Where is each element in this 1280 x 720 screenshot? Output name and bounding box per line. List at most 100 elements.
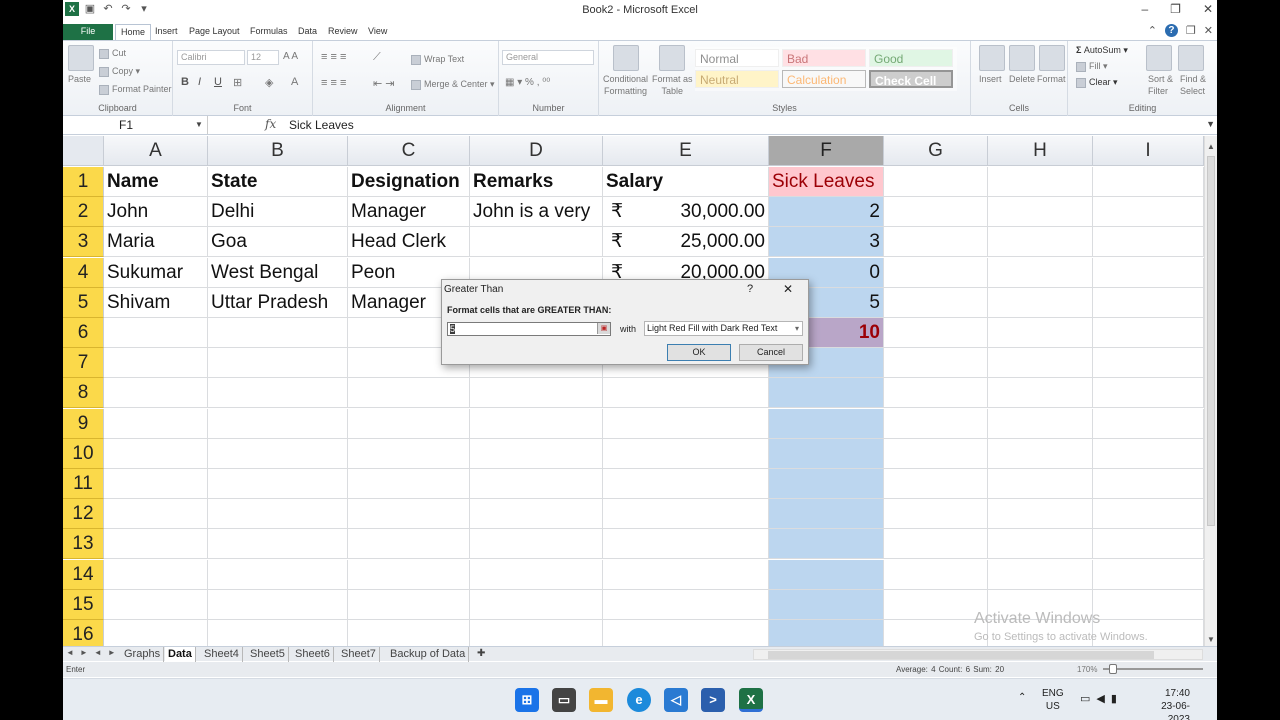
grid-cell[interactable] xyxy=(884,559,988,590)
grid-cell[interactable] xyxy=(348,378,470,409)
grid-cell[interactable] xyxy=(884,620,988,646)
column-header-a[interactable]: A xyxy=(104,136,208,166)
close-icon[interactable]: ✕ xyxy=(1203,2,1213,16)
grid-cell[interactable] xyxy=(884,438,988,469)
tab-insert[interactable]: Insert xyxy=(150,24,183,41)
row-header-11[interactable]: 11 xyxy=(63,469,104,499)
grid-cell[interactable] xyxy=(104,348,208,379)
grid-cell[interactable] xyxy=(603,378,769,409)
column-header-g[interactable]: G xyxy=(884,136,988,166)
cut-button[interactable]: Cut xyxy=(99,48,126,59)
row-header-14[interactable]: 14 xyxy=(63,559,104,590)
grid-cell[interactable] xyxy=(348,469,470,499)
grid-cell[interactable] xyxy=(988,529,1093,560)
excel-taskbar-icon[interactable]: X xyxy=(739,688,763,712)
conditional-formatting-button[interactable]: Conditional Formatting xyxy=(603,73,648,97)
insert-cells-icon[interactable] xyxy=(979,45,1005,71)
row-header-8[interactable]: 8 xyxy=(63,378,104,409)
help-icon[interactable]: ? xyxy=(1164,24,1178,37)
wrap-text-button[interactable]: Wrap Text xyxy=(411,54,464,65)
row-header-4[interactable]: 4 xyxy=(63,257,104,288)
row-header-10[interactable]: 10 xyxy=(63,438,104,469)
orientation-icon[interactable]: ⟋ xyxy=(373,51,381,64)
grid-cell[interactable] xyxy=(470,438,603,469)
column-header-e[interactable]: E xyxy=(603,136,769,166)
grid-cell[interactable] xyxy=(104,378,208,409)
grid-cell[interactable] xyxy=(348,620,470,646)
grid-cell[interactable] xyxy=(603,438,769,469)
grid-cell[interactable] xyxy=(884,257,988,288)
formula-input[interactable]: Sick Leaves xyxy=(289,118,354,132)
grow-font-icon[interactable]: A A xyxy=(283,51,298,62)
name-box-dropdown-icon[interactable]: ▼ xyxy=(195,120,203,129)
zoom-level[interactable]: 170% xyxy=(1077,665,1097,674)
insert-sheet-icon[interactable]: ✚ xyxy=(477,648,485,659)
grid-cell[interactable] xyxy=(769,499,884,530)
zoom-slider-knob[interactable] xyxy=(1109,664,1117,674)
grid-cell[interactable] xyxy=(470,469,603,499)
grid-cell[interactable] xyxy=(988,348,1093,379)
grid-cell[interactable] xyxy=(603,559,769,590)
column-header-c[interactable]: C xyxy=(348,136,470,166)
collapse-dialog-icon[interactable]: ▣ xyxy=(597,323,610,334)
select-all-corner[interactable] xyxy=(63,136,104,166)
cell-salary[interactable]: 25,000.00 ₹ xyxy=(603,227,769,258)
header-cell[interactable]: State xyxy=(208,167,348,197)
insert-function-icon[interactable]: fx xyxy=(265,117,276,131)
grid-cell[interactable] xyxy=(1093,318,1204,348)
merge-center-button[interactable]: Merge & Center ▾ xyxy=(411,79,495,90)
grid-cell[interactable] xyxy=(1093,529,1204,560)
file-explorer-icon[interactable]: ▬ xyxy=(589,688,613,712)
grid-cell[interactable] xyxy=(884,469,988,499)
grid-cell[interactable] xyxy=(988,559,1093,590)
grid-cell[interactable] xyxy=(769,469,884,499)
grid-cell[interactable] xyxy=(884,499,988,530)
sort-filter-icon[interactable] xyxy=(1146,45,1172,71)
grid-cell[interactable] xyxy=(988,197,1093,228)
language-indicator[interactable]: ENG US xyxy=(1042,687,1064,713)
network-volume-battery-icons[interactable]: ▭◀▮ xyxy=(1080,692,1123,705)
sheet-tab-sheet6[interactable]: Sheet6 xyxy=(292,647,334,662)
grid-cell[interactable] xyxy=(988,378,1093,409)
task-view-icon[interactable]: ▭ xyxy=(552,688,576,712)
grid-cell[interactable] xyxy=(884,589,988,620)
autosum-button[interactable]: Σ AutoSum ▾ xyxy=(1076,45,1128,56)
cell-remarks[interactable]: John is a very xyxy=(470,197,603,228)
edge-browser-icon[interactable]: e xyxy=(627,688,651,712)
column-header-b[interactable]: B xyxy=(208,136,348,166)
grid-cell[interactable] xyxy=(603,408,769,439)
grid-cell[interactable] xyxy=(208,529,348,560)
grid-cell[interactable] xyxy=(470,378,603,409)
grid-cell[interactable] xyxy=(208,559,348,590)
tab-data[interactable]: Data xyxy=(293,24,322,41)
format-painter-button[interactable]: Format Painter xyxy=(99,84,172,95)
grid-cell[interactable] xyxy=(104,318,208,348)
grid-cell[interactable] xyxy=(208,318,348,348)
column-header-h[interactable]: H xyxy=(988,136,1093,166)
grid-cell[interactable] xyxy=(988,469,1093,499)
grid-cell[interactable] xyxy=(884,197,988,228)
row-header-15[interactable]: 15 xyxy=(63,589,104,620)
tab-review[interactable]: Review xyxy=(323,24,363,41)
vscode-icon[interactable]: ◁ xyxy=(664,688,688,712)
grid-cell[interactable] xyxy=(208,620,348,646)
cell-name[interactable]: Shivam xyxy=(104,287,208,318)
cell-state[interactable]: West Bengal xyxy=(208,257,348,288)
number-format-icons[interactable]: ▦ ▾ % , ⁰⁰ xyxy=(505,77,550,88)
cell-name[interactable]: John xyxy=(104,197,208,228)
row-header-6[interactable]: 6 xyxy=(63,318,104,348)
column-header-d[interactable]: D xyxy=(470,136,603,166)
grid-cell[interactable] xyxy=(1093,378,1204,409)
grid-cell[interactable] xyxy=(104,559,208,590)
grid-cell[interactable] xyxy=(769,620,884,646)
sheet-tab-data[interactable]: Data xyxy=(165,647,196,662)
row-header-2[interactable]: 2 xyxy=(63,197,104,228)
grid-cell[interactable] xyxy=(769,438,884,469)
row-header-16[interactable]: 16 xyxy=(63,620,104,646)
sheet-tab-graphs[interactable]: Graphs xyxy=(121,647,165,662)
row-header-7[interactable]: 7 xyxy=(63,348,104,379)
grid-cell[interactable] xyxy=(104,589,208,620)
grid-cell[interactable] xyxy=(208,438,348,469)
format-as-table-button[interactable]: Format as Table xyxy=(652,73,693,97)
left-align-icon[interactable]: ≡ ≡ ≡ xyxy=(321,77,346,89)
